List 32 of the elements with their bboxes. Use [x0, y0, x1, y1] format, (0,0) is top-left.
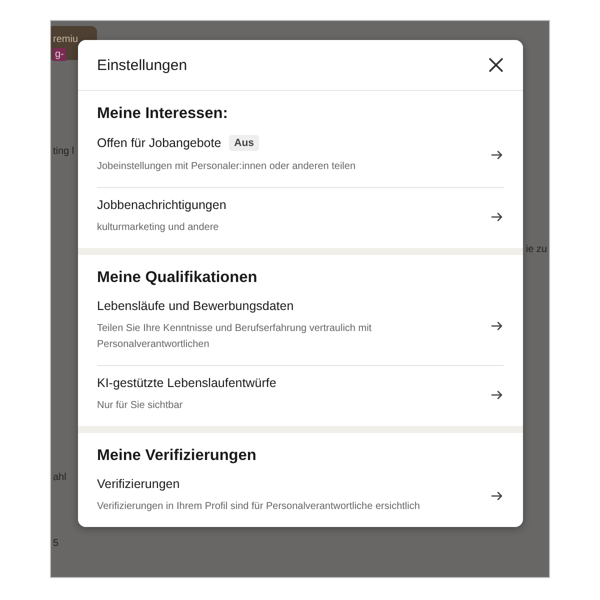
- arrow-right-icon: [491, 491, 503, 501]
- item-title: Verifizierungen: [97, 477, 180, 491]
- background-text: 5: [53, 537, 59, 550]
- settings-item[interactable]: Lebensläufe und Bewerbungsdaten Teilen Sie Ihre Kenntnisse und Berufserfahrung vertraulich mit Personalverantwortlichen: [97, 289, 504, 366]
- settings-item[interactable]: Offen für Jobangebote Aus Jobeinstellungen mit Personaler:innen oder anderen teilen: [97, 125, 504, 188]
- section-heading: Meine Qualifikationen: [97, 269, 258, 287]
- background-text: g-: [53, 48, 66, 61]
- settings-item[interactable]: Verifizierungen Verifizierungen in Ihrem Profil sind für Personalverantwortliche ersichtlich: [97, 467, 504, 527]
- arrow-right-icon: [491, 150, 503, 160]
- item-title: Jobbenachrichtigungen: [97, 198, 226, 212]
- dialog-title: Einstellungen: [97, 56, 188, 74]
- item-title: Offen für Jobangebote: [97, 136, 222, 150]
- settings-item[interactable]: KI-gestützte Lebenslaufentwürfe Nur für Sie sichtbar: [97, 366, 504, 426]
- arrow-right-icon: [491, 321, 503, 331]
- arrow-right-icon: [491, 212, 503, 222]
- section-heading: Meine Verifizierungen: [97, 447, 258, 465]
- item-description: Verifizierungen in Ihrem Profil sind für Personalverantwortliche ersichtlich: [97, 500, 420, 514]
- status-badge: Aus: [229, 135, 260, 151]
- item-description: kulturmarketing und andere: [97, 221, 220, 235]
- close-icon: [488, 57, 504, 73]
- background-text: ahl: [53, 471, 66, 484]
- settings-item[interactable]: Jobbenachrichtigungen kulturmarketing und andere: [97, 188, 504, 248]
- item-title: Lebensläufe und Bewerbungsdaten: [97, 299, 294, 313]
- item-description: Teilen Sie Ihre Kenntnisse und Berufserfahrung vertraulich mit Personalverantwortlichen: [97, 322, 373, 352]
- background-text: ie zu: [526, 243, 547, 256]
- item-title: KI-gestützte Lebenslaufentwürfe: [97, 376, 276, 390]
- section-heading: Meine Interessen:: [97, 105, 229, 123]
- background-text: ting l: [53, 145, 74, 158]
- background-text: remiu: [53, 33, 78, 46]
- item-description: Nur für Sie sichtbar: [97, 399, 184, 413]
- item-description: Jobeinstellungen mit Personaler:innen oder anderen teilen: [97, 160, 356, 174]
- arrow-right-icon: [491, 390, 503, 400]
